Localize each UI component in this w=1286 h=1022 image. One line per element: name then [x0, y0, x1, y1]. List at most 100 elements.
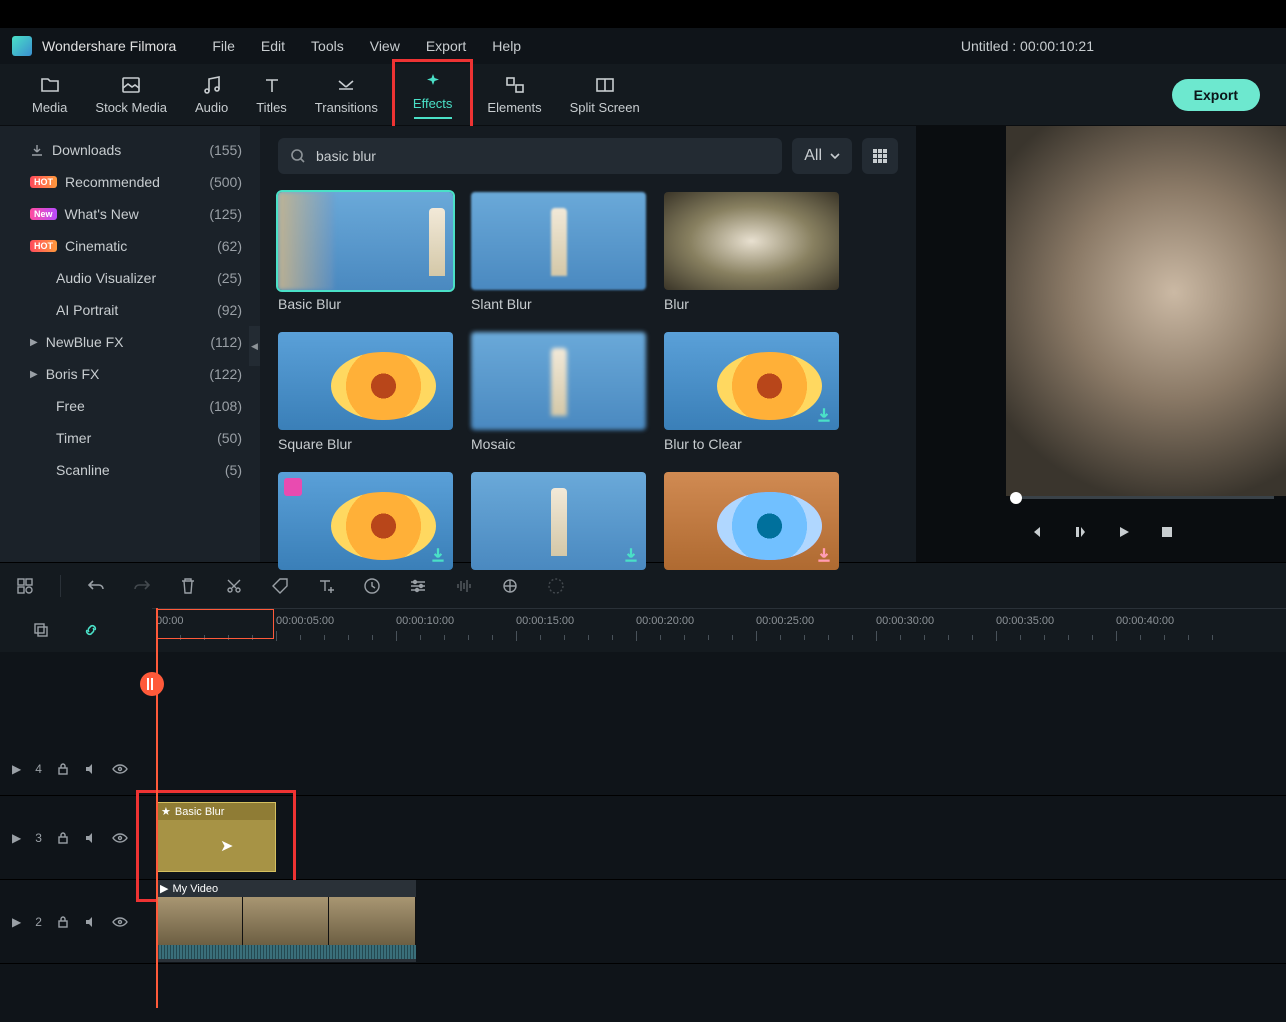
sidebar-item-cinematic[interactable]: HOTCinematic (62) [0, 230, 260, 262]
effect-slant-blur[interactable]: Slant Blur [471, 192, 646, 312]
eye-icon[interactable] [112, 833, 128, 843]
track-4[interactable]: ▶4 [0, 742, 1286, 796]
favorite-icon [284, 478, 302, 496]
track-2[interactable]: ▶2 ▶My Video [0, 880, 1286, 964]
menubar: Wondershare Filmora File Edit Tools View… [0, 28, 1286, 64]
video-track-icon: ▶ [12, 915, 21, 929]
folder-icon [39, 74, 61, 96]
speed-icon[interactable] [361, 575, 383, 597]
crop-icon[interactable] [499, 575, 521, 597]
eye-icon[interactable] [112, 917, 128, 927]
delete-button[interactable] [177, 575, 199, 597]
download-icon [815, 406, 833, 424]
stop-button[interactable] [1160, 525, 1174, 544]
add-text-icon[interactable] [315, 575, 337, 597]
play-pause-button[interactable] [1072, 524, 1088, 545]
transitions-icon [335, 74, 357, 96]
tabbar: Media Stock Media Audio Titles Transitio… [0, 64, 1286, 126]
sidebar-item-newblue-fx[interactable]: ▶NewBlue FX (112) [0, 326, 260, 358]
sidebar-item-timer[interactable]: Timer (50) [0, 422, 260, 454]
playhead-handle[interactable] [140, 672, 164, 696]
color-icon[interactable] [545, 575, 567, 597]
hot-badge-icon: HOT [30, 176, 57, 188]
lock-icon[interactable] [56, 831, 70, 845]
track-3[interactable]: ▶3 ★Basic Blur ➤ [0, 796, 1286, 880]
effects-category-sidebar[interactable]: Downloads (155) HOTRecommended (500) New… [0, 126, 260, 562]
menu-view[interactable]: View [370, 38, 400, 54]
menu-edit[interactable]: Edit [261, 38, 285, 54]
cut-button[interactable] [223, 575, 245, 597]
preview-scrubber[interactable] [1016, 496, 1274, 506]
download-icon [622, 546, 640, 564]
collapse-sidebar-handle[interactable]: ◀ [249, 326, 260, 366]
sidebar-item-ai-portrait[interactable]: AI Portrait (92) [0, 294, 260, 326]
filter-dropdown[interactable]: All [792, 138, 852, 174]
menu-help[interactable]: Help [492, 38, 521, 54]
scrub-handle[interactable] [1010, 492, 1022, 504]
menu-export[interactable]: Export [426, 38, 466, 54]
chevron-down-icon [830, 153, 840, 159]
effect-mosaic[interactable]: Mosaic [471, 332, 646, 452]
lock-icon[interactable] [56, 915, 70, 929]
grid-icon [872, 148, 888, 164]
volume-icon[interactable] [84, 831, 98, 845]
menu-file[interactable]: File [212, 38, 235, 54]
tag-icon[interactable] [269, 575, 291, 597]
playhead[interactable] [156, 608, 158, 1008]
tab-split-screen[interactable]: Split Screen [556, 68, 654, 121]
prev-frame-button[interactable] [1028, 524, 1044, 545]
star-icon: ★ [161, 805, 171, 818]
eye-icon[interactable] [112, 764, 128, 774]
clip-basic-blur[interactable]: ★Basic Blur [156, 802, 276, 872]
effect-item-7[interactable] [278, 472, 453, 570]
split-icon [594, 74, 616, 96]
download-icon [429, 546, 447, 564]
sidebar-item-boris-fx[interactable]: ▶Boris FX (122) [0, 358, 260, 390]
sidebar-item-downloads[interactable]: Downloads (155) [0, 134, 260, 166]
app-title: Wondershare Filmora [42, 38, 176, 54]
timeline-ruler[interactable]: 00:0000:00:05:0000:00:10:0000:00:15:0000… [152, 608, 1286, 652]
sidebar-item-audio-visualizer[interactable]: Audio Visualizer (25) [0, 262, 260, 294]
tab-elements[interactable]: Elements [473, 68, 555, 121]
link-icon[interactable] [80, 619, 102, 641]
tab-audio[interactable]: Audio [181, 68, 242, 121]
effect-square-blur[interactable]: Square Blur [278, 332, 453, 452]
effect-item-8[interactable] [471, 472, 646, 570]
lock-icon[interactable] [56, 762, 70, 776]
preview-canvas[interactable] [1006, 126, 1286, 496]
text-icon [261, 74, 283, 96]
search-input[interactable] [278, 138, 782, 174]
clip-my-video[interactable]: ▶My Video [156, 880, 416, 962]
hot-badge-icon: HOT [30, 240, 57, 252]
export-button[interactable]: Export [1172, 79, 1260, 111]
sidebar-item-whats-new[interactable]: NewWhat's New (125) [0, 198, 260, 230]
volume-icon[interactable] [84, 762, 98, 776]
effect-blur-to-clear[interactable]: Blur to Clear [664, 332, 839, 452]
menu-tools[interactable]: Tools [311, 38, 344, 54]
grid-view-toggle[interactable] [862, 138, 898, 174]
tab-transitions[interactable]: Transitions [301, 68, 392, 121]
tab-effects[interactable]: Effects [399, 64, 467, 125]
sidebar-item-recommended[interactable]: HOTRecommended (500) [0, 166, 260, 198]
caret-right-icon: ▶ [30, 337, 38, 348]
volume-icon[interactable] [84, 915, 98, 929]
tab-titles[interactable]: Titles [242, 68, 301, 121]
tab-media[interactable]: Media [18, 68, 81, 121]
tab-stock-media[interactable]: Stock Media [81, 68, 181, 121]
copy-icon[interactable] [30, 619, 52, 641]
redo-button[interactable] [131, 575, 153, 597]
adjust-icon[interactable] [407, 575, 429, 597]
audio-bars-icon[interactable] [453, 575, 475, 597]
elements-icon [504, 74, 526, 96]
search-field[interactable] [316, 148, 770, 164]
play-button[interactable] [1116, 524, 1132, 545]
undo-button[interactable] [85, 575, 107, 597]
effect-blur[interactable]: Blur [664, 192, 839, 312]
layout-icon[interactable] [14, 575, 36, 597]
timeline-tracks: ▶4 ▶3 ★Basic Blur ➤ ▶2 [0, 652, 1286, 1022]
sidebar-item-free[interactable]: Free (108) [0, 390, 260, 422]
effect-item-9[interactable] [664, 472, 839, 570]
preview-panel [916, 126, 1286, 562]
sidebar-item-scanline[interactable]: Scanline (5) [0, 454, 260, 486]
effect-basic-blur[interactable]: Basic Blur [278, 192, 453, 312]
